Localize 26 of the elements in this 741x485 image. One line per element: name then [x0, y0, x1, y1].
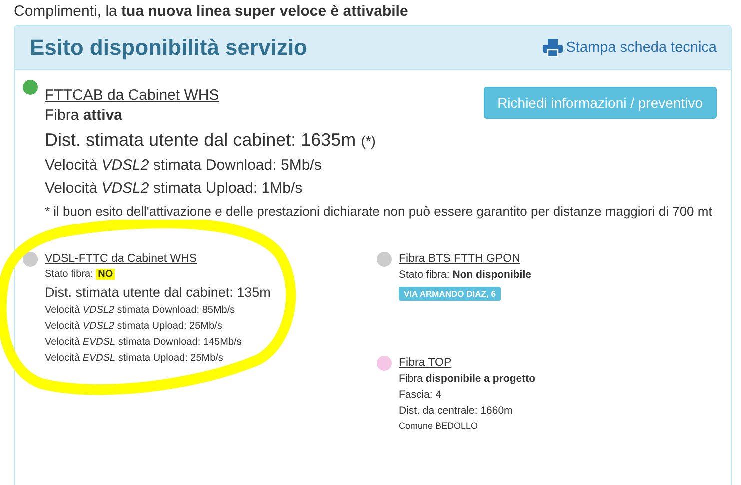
info-text: Dist. da centrale: 1660m	[399, 404, 514, 419]
info-text: Fascia: 4	[399, 388, 443, 403]
info-text: Comune BEDOLLO	[399, 420, 480, 433]
intro-text: Complimenti, la tua nuova linea super veloce è attivabile	[13, 2, 410, 22]
footnote-text: * il buon esito dell'attivazione e delle prestazioni dichiarate non può essere garantito per distanze maggiori di 700 mt	[45, 203, 714, 221]
print-link[interactable]: Stampa scheda tecnica	[543, 38, 717, 56]
panel-title: Esito disponibilità servizio	[30, 34, 308, 60]
service-name-link[interactable]: Fibra BTS FTTH GPON	[399, 253, 520, 265]
speed-text: Velocità VDSL2 stimata Download: 5Mb/s	[45, 156, 323, 176]
speed-text: Velocità EVDSL stimata Download: 145Mb/s	[45, 336, 243, 350]
address-tag: VIA ARMANDO DIAZ, 6	[399, 287, 501, 301]
service-name-link[interactable]: VDSL-FTTC da Cabinet WHS	[45, 253, 198, 265]
speed-text: Velocità VDSL2 stimata Upload: 1Mb/s	[45, 179, 304, 199]
fiber-status: Fibra attiva	[45, 106, 124, 126]
speed-text: Velocità VDSL2 stimata Download: 85Mb/s	[45, 304, 236, 318]
distance-text: Dist. stimata utente dal cabinet: 135m	[45, 284, 272, 302]
distance-text: Dist. stimata utente dal cabinet: 1635m	[45, 130, 356, 150]
printer-icon	[543, 38, 564, 56]
speed-text: Velocità EVDSL stimata Upload: 25Mb/s	[45, 352, 224, 366]
service-name-link[interactable]: FTTCAB da Cabinet WHS	[45, 87, 220, 104]
service-name-link[interactable]: Fibra TOP	[399, 357, 452, 369]
fiber-status: Stato fibra: NO	[45, 268, 116, 282]
fiber-status: Stato fibra: Non disponibile	[399, 268, 532, 283]
footnote-mark: (*)	[361, 133, 376, 149]
speed-text: Velocità VDSL2 stimata Upload: 25Mb/s	[45, 320, 224, 334]
fiber-status: Fibra disponibile a progetto	[399, 372, 537, 387]
